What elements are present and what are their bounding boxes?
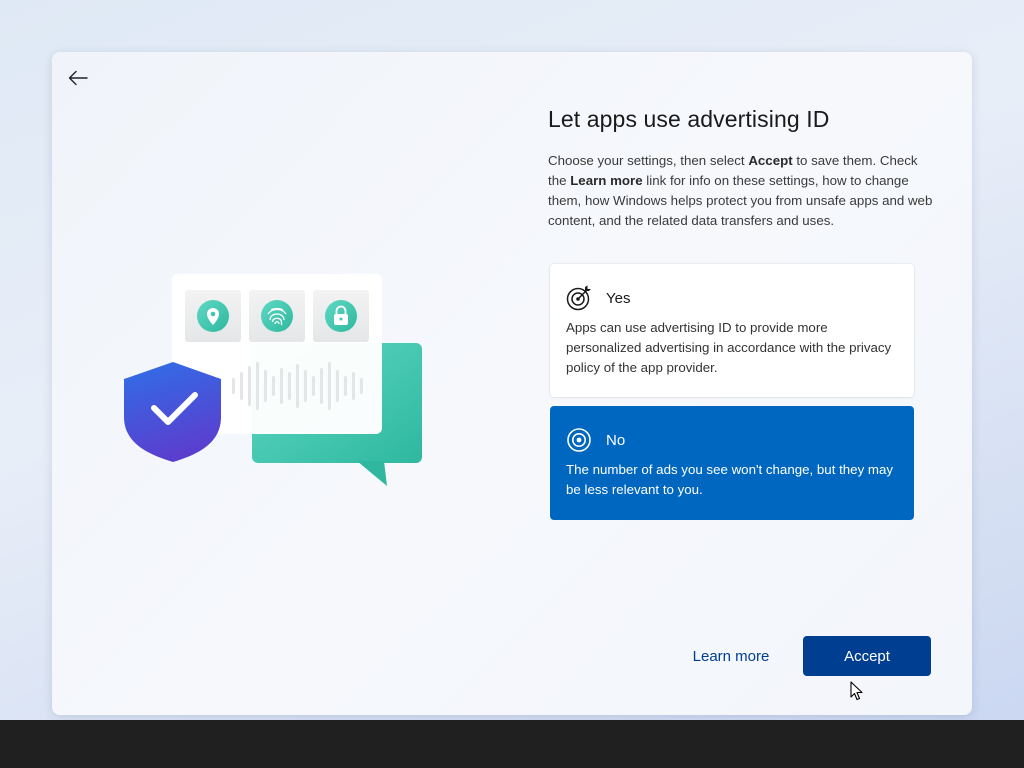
radio-selected-icon (566, 427, 592, 453)
page-description: Choose your settings, then select Accept… (548, 151, 938, 231)
back-button[interactable] (64, 66, 92, 90)
accept-button[interactable]: Accept (803, 636, 931, 676)
description-accent-learn-more: Learn more (570, 173, 643, 188)
description-accent-accept: Accept (748, 153, 793, 168)
mouse-cursor-icon (850, 681, 863, 701)
option-no-header: No (566, 428, 898, 452)
location-pin-icon (197, 300, 229, 332)
option-yes-label: Yes (606, 289, 631, 307)
description-text: Choose your settings, then select (548, 153, 749, 168)
page-title: Let apps use advertising ID (548, 106, 830, 132)
lock-icon (325, 300, 357, 332)
option-no[interactable]: No The number of ads you see won't chang… (550, 406, 914, 520)
option-yes-description: Apps can use advertising ID to provide m… (566, 320, 892, 375)
taskbar (0, 720, 1024, 768)
target-icon (566, 285, 592, 311)
option-yes[interactable]: Yes Apps can use advertising ID to provi… (550, 264, 914, 397)
shield-check-icon (124, 362, 221, 462)
fingerprint-icon (261, 300, 293, 332)
option-no-description: The number of ads you see won't change, … (566, 462, 894, 497)
option-no-label: No (606, 431, 626, 449)
option-yes-header: Yes (566, 285, 898, 311)
oobe-dialog: Let apps use advertising ID Choose your … (52, 52, 972, 715)
learn-more-button[interactable]: Learn more (676, 636, 786, 676)
privacy-illustration (124, 274, 422, 486)
back-arrow-icon (68, 70, 88, 86)
